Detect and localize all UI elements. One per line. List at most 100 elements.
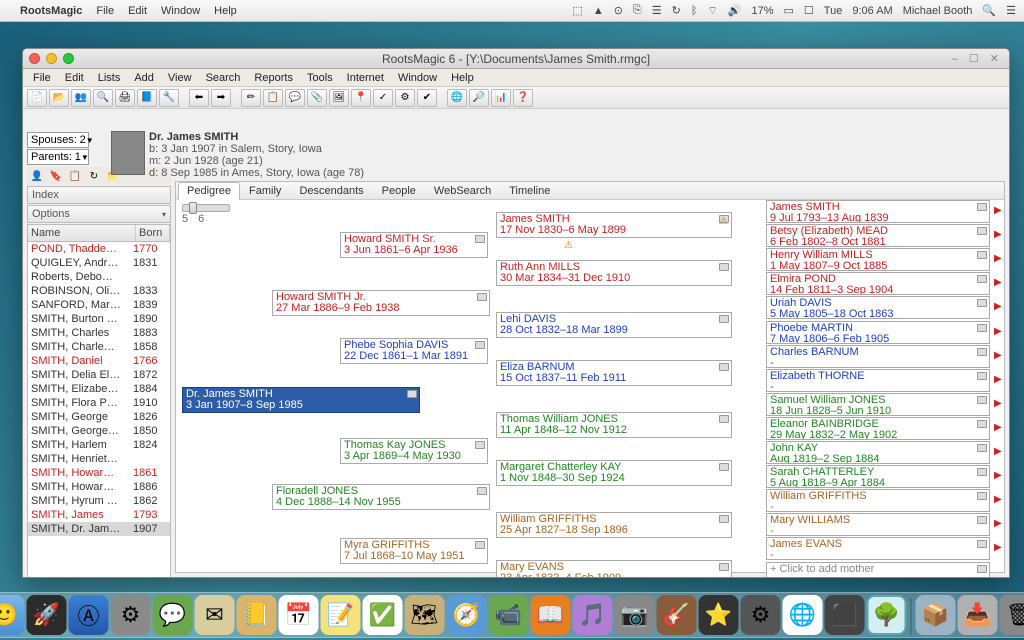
camera-icon[interactable] [977, 227, 987, 235]
mac-menu-edit[interactable]: Edit [128, 5, 147, 17]
index-row[interactable]: SMITH, Delia El…1872 [28, 368, 170, 382]
camera-icon[interactable] [977, 203, 987, 211]
toolbar-print-icon[interactable]: 🖨 [115, 89, 135, 107]
camera-icon[interactable] [977, 516, 987, 524]
toolbar-btn-icon[interactable]: ⚙ [395, 89, 415, 107]
index-row[interactable]: Roberts, Debo… [28, 270, 170, 284]
pedigree-node[interactable]: Sarah CHATTERLEY5 Aug 1818–9 Apr 1884 [766, 465, 990, 488]
photobooth-icon[interactable]: 📷 [615, 595, 655, 635]
pedigree-node[interactable]: + Click to add mother [766, 562, 990, 579]
camera-icon[interactable] [719, 463, 729, 471]
toolbar-btn-icon[interactable]: 📍 [351, 89, 371, 107]
index-row[interactable]: SMITH, Howar…1861 [28, 466, 170, 480]
toolbar-btn-icon[interactable]: 📋 [263, 89, 283, 107]
parents-combo[interactable]: Parents: 1 ▼ [27, 149, 89, 165]
pedigree-node[interactable]: Elizabeth THORNE- [766, 369, 990, 392]
pedigree-node[interactable]: William GRIFFITHS- [766, 489, 990, 512]
mail-icon[interactable]: ✉ [195, 595, 235, 635]
tab-family[interactable]: Family [240, 182, 290, 200]
notification-icon[interactable]: ☰ [1006, 4, 1016, 17]
menu-file[interactable]: File [27, 71, 57, 85]
pedigree-node[interactable]: Lehi DAVIS28 Oct 1832–18 Mar 1899 [496, 312, 732, 338]
imovie-icon[interactable]: ⭐ [699, 595, 739, 635]
camera-icon[interactable] [977, 275, 987, 283]
camera-icon[interactable] [475, 341, 485, 349]
expand-ancestor-icon[interactable]: ▶ [994, 398, 1002, 409]
menu-edit[interactable]: Edit [59, 71, 90, 85]
camera-icon[interactable] [977, 251, 987, 259]
reminders-icon[interactable]: ✅ [363, 595, 403, 635]
window-titlebar[interactable]: RootsMagic 6 - [Y:\Documents\James Smith… [23, 49, 1009, 69]
toolbar-search-icon[interactable]: 🔍 [93, 89, 113, 107]
tab-descendants[interactable]: Descendants [290, 182, 372, 200]
index-history-icon[interactable]: 📋 [67, 169, 83, 183]
pedigree-node[interactable]: William GRIFFITHS25 Apr 1827–18 Sep 1896 [496, 512, 732, 538]
pedigree-node[interactable]: Henry William MILLS1 May 1807–9 Oct 1885 [766, 248, 990, 271]
camera-icon[interactable] [977, 372, 987, 380]
index-row[interactable]: SMITH, Elizabe…1884 [28, 382, 170, 396]
camera-icon[interactable] [719, 515, 729, 523]
camera-icon[interactable] [407, 390, 417, 398]
pedigree-node[interactable]: Howard SMITH Jr.27 Mar 1886–9 Feb 1938 [272, 290, 490, 316]
pedigree-node[interactable]: Betsy (Elizabeth) MEAD6 Feb 1802–8 Oct 1… [766, 224, 990, 247]
index-row[interactable]: ROBINSON, Oli…1833 [28, 284, 170, 298]
index-bookmark-icon[interactable]: 🔖 [48, 169, 64, 183]
index-row[interactable]: SMITH, Howar…1886 [28, 480, 170, 494]
col-born[interactable]: Born [136, 225, 170, 241]
camera-icon[interactable] [719, 363, 729, 371]
downloads-icon[interactable]: 📥 [958, 595, 998, 635]
toolbar-spell-icon[interactable]: ✔ [417, 89, 437, 107]
toolbar-people-icon[interactable]: 👥 [71, 89, 91, 107]
menu-reports[interactable]: Reports [248, 71, 299, 85]
pedigree-node[interactable]: Charles BARNUM- [766, 345, 990, 368]
index-row[interactable]: QUIGLEY, Andr…1831 [28, 256, 170, 270]
menu-lists[interactable]: Lists [92, 71, 127, 85]
status-icon[interactable]: ☰ [652, 4, 662, 17]
expand-ancestor-icon[interactable]: ▶ [994, 350, 1002, 361]
messages-icon[interactable]: 💬 [153, 595, 193, 635]
index-row[interactable]: SMITH, Harlem1824 [28, 438, 170, 452]
pedigree-node[interactable]: Floradell JONES4 Dec 1888–14 Nov 1955 [272, 484, 490, 510]
terminal-icon[interactable]: ⬛ [825, 595, 865, 635]
camera-icon[interactable] [977, 348, 987, 356]
expand-ancestor-icon[interactable]: ▶ [994, 205, 1002, 216]
toolbar-btn-icon[interactable]: 💬 [285, 89, 305, 107]
chrome-icon[interactable]: 🌐 [783, 595, 823, 635]
expand-ancestor-icon[interactable]: ▶ [994, 229, 1002, 240]
mac-app-name[interactable]: RootsMagic [20, 5, 82, 17]
index-refresh-icon[interactable]: ↻ [86, 169, 102, 183]
camera-icon[interactable] [977, 324, 987, 332]
index-row[interactable]: SMITH, Charle…1858 [28, 340, 170, 354]
expand-ancestor-icon[interactable]: ▶ [994, 470, 1002, 481]
expand-ancestor-icon[interactable]: ▶ [994, 542, 1002, 553]
toolbar-new-icon[interactable]: 📄 [27, 89, 47, 107]
index-row[interactable]: SMITH, Flora P…1910 [28, 396, 170, 410]
mac-menu-window[interactable]: Window [161, 5, 200, 17]
index-options-button[interactable]: Options ▾ [27, 205, 171, 223]
camera-icon[interactable] [719, 415, 729, 423]
volume-icon[interactable]: 🔊 [728, 4, 742, 17]
pedigree-node[interactable]: Elmira POND14 Feb 1811–3 Sep 1904 [766, 272, 990, 295]
pedigree-node[interactable]: John KAYAug 1819–2 Sep 1884 [766, 441, 990, 464]
camera-icon[interactable] [477, 293, 487, 301]
appstore-icon[interactable]: Ⓐ [69, 595, 109, 635]
camera-icon[interactable] [977, 420, 987, 428]
camera-icon[interactable] [977, 565, 987, 573]
camera-icon[interactable] [719, 563, 729, 571]
pedigree-node[interactable]: Phoebe MARTIN7 May 1806–6 Feb 1905 [766, 321, 990, 344]
tab-people[interactable]: People [373, 182, 425, 200]
status-icon[interactable]: ⊙ [614, 4, 623, 17]
clock-day[interactable]: Tue [824, 5, 843, 17]
pedigree-node[interactable]: Uriah DAVIS5 May 1805–18 Oct 1863 [766, 296, 990, 319]
toolbar-forward-icon[interactable]: ➡ [211, 89, 231, 107]
camera-icon[interactable] [977, 468, 987, 476]
index-row[interactable]: POND, Thadde…1770 [28, 242, 170, 256]
battery-pct[interactable]: 17% [751, 5, 773, 17]
index-row[interactable]: SMITH, Hyrum …1862 [28, 494, 170, 508]
pedigree-node[interactable]: Dr. James SMITH3 Jan 1907–8 Sep 1985 [182, 387, 420, 413]
facetime-icon[interactable]: 📹 [489, 595, 529, 635]
status-icon[interactable]: ↻ [672, 4, 681, 17]
menu-add[interactable]: Add [128, 71, 160, 85]
index-row[interactable]: SMITH, Burton …1890 [28, 312, 170, 326]
col-name[interactable]: Name [28, 225, 136, 241]
